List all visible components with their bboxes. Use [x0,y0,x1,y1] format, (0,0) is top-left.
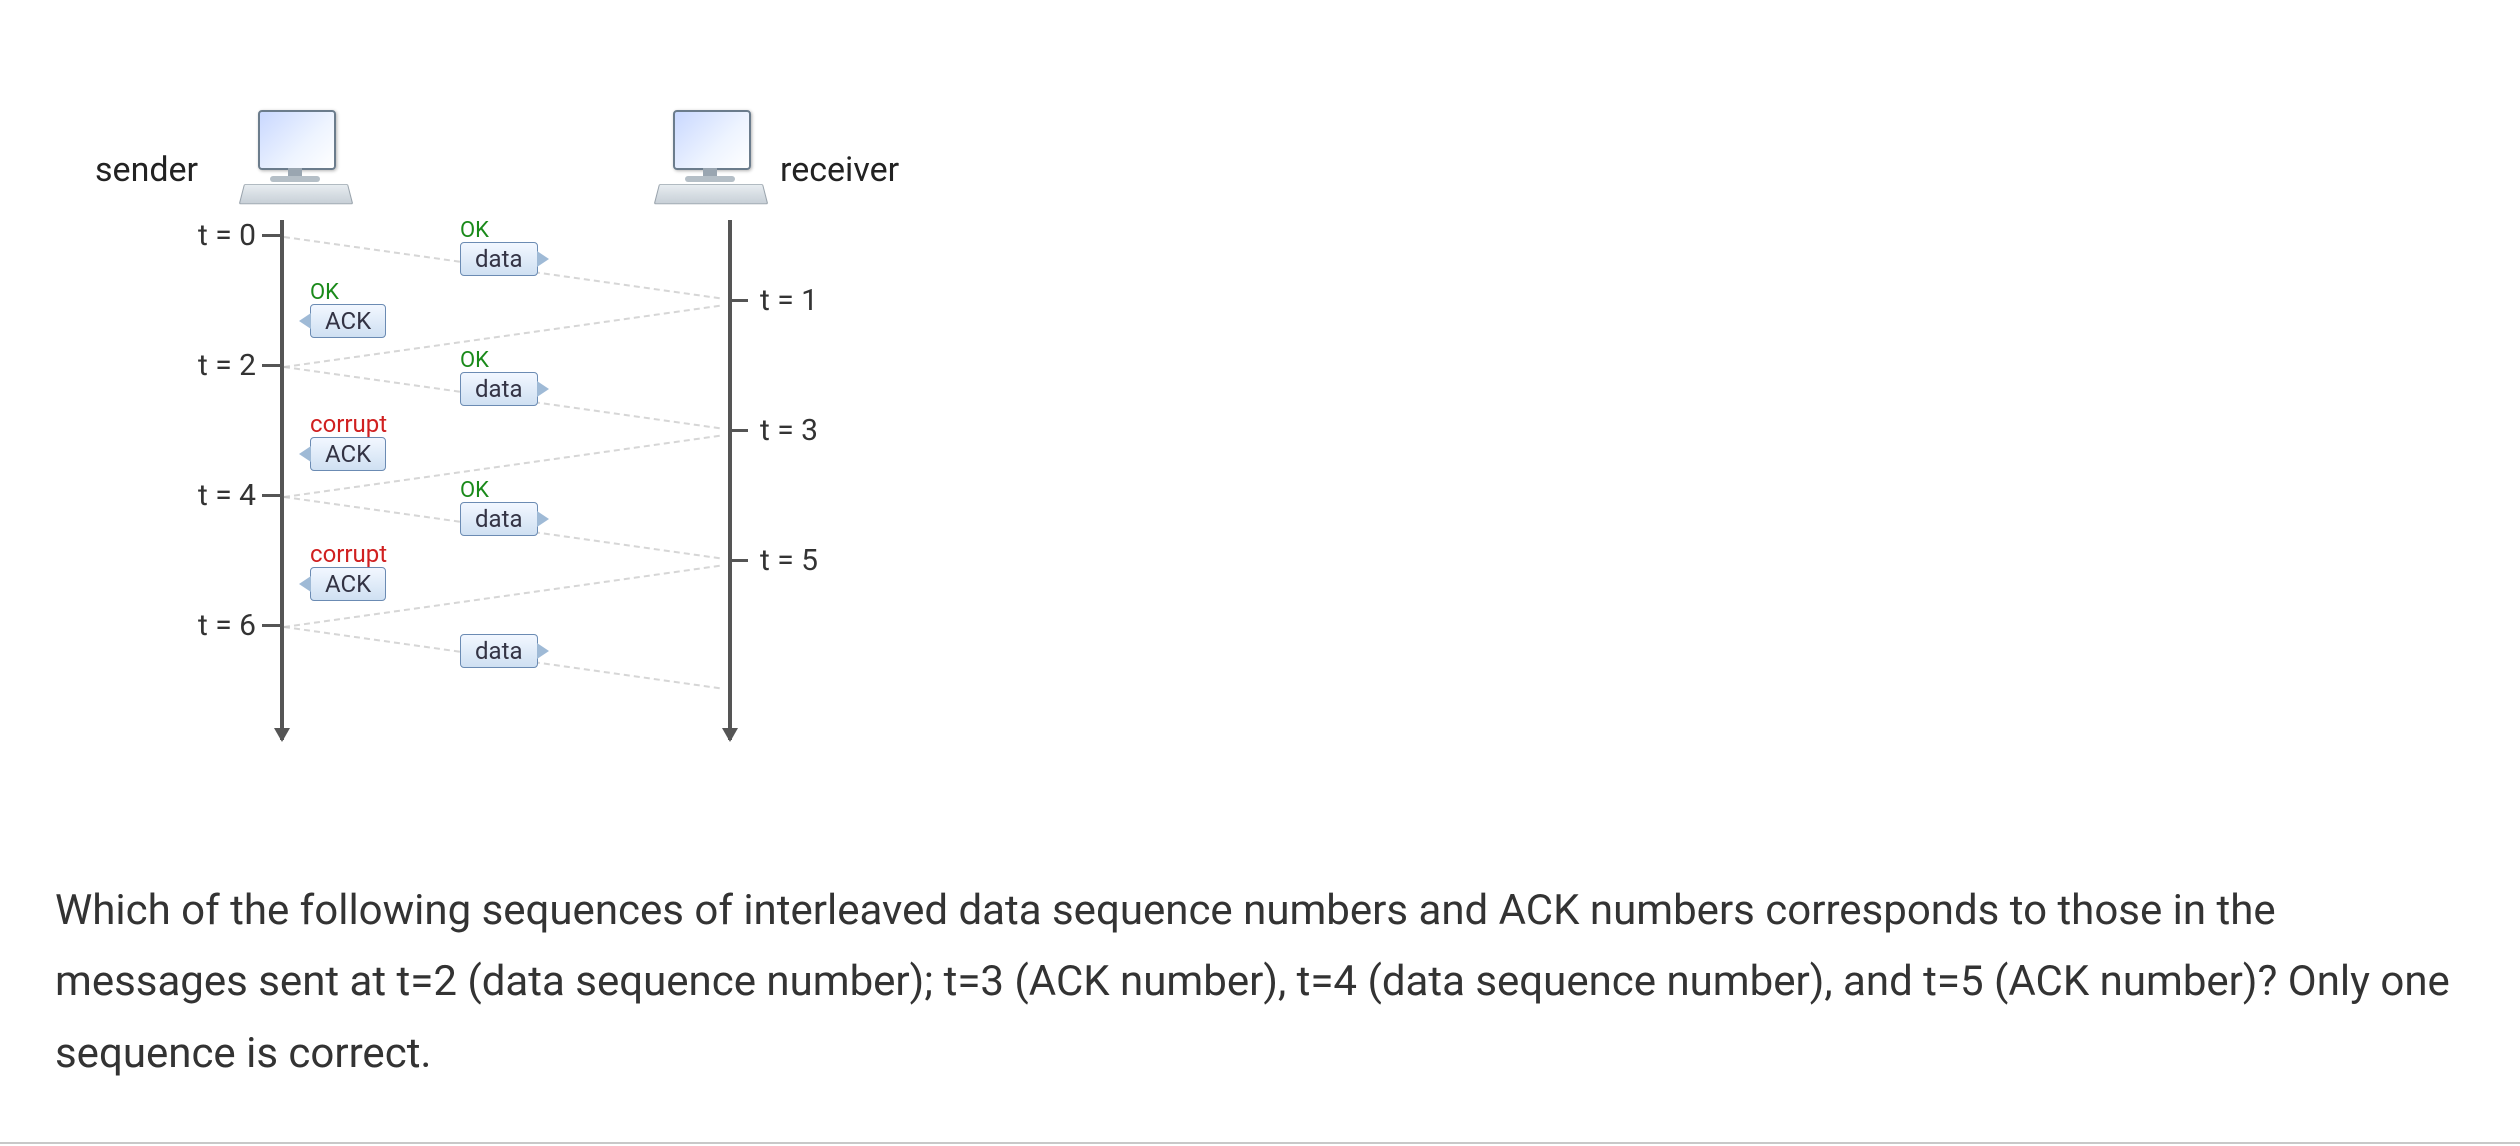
time-label-t4: t = 4 [166,478,256,513]
msg-data-t2: OK data [460,350,538,406]
ack-box: ACK [310,567,386,601]
msg-ack-t3: corrupt ACK [310,412,387,471]
status-corrupt: corrupt [310,410,387,438]
time-label-t1: t = 1 [760,283,818,318]
msg-data-t0: OK data [460,220,538,276]
status-ok: OK [460,218,489,243]
time-label-t3: t = 3 [760,413,818,448]
tick [728,559,748,562]
data-box: data [460,502,538,536]
page: sender receiver t = 0 t = 2 t = 4 t = 6 … [0,0,2520,1146]
tick [728,429,748,432]
ack-box: ACK [310,437,386,471]
receiver-computer-icon [655,110,765,200]
status-ok: OK [310,280,339,305]
tick [262,364,282,367]
data-box: data [460,634,538,668]
receiver-timeline [728,220,732,740]
status-ok: OK [460,478,489,503]
tick [262,234,282,237]
msg-data-t6: data [460,634,538,668]
data-box: data [460,242,538,276]
sender-label: sender [95,150,198,190]
tick [262,494,282,497]
tick [262,624,282,627]
tick [728,299,748,302]
arrow-down-icon [274,728,290,742]
ack-box: ACK [310,304,386,338]
msg-ack-t1: OK ACK [310,282,386,338]
status-ok: OK [460,348,489,373]
time-label-t6: t = 6 [166,608,256,643]
divider [0,1142,2520,1144]
receiver-label: receiver [780,150,899,190]
question-text: Which of the following sequences of inte… [55,875,2465,1089]
time-label-t5: t = 5 [760,543,818,578]
sender-computer-icon [240,110,350,200]
time-label-t0: t = 0 [166,218,256,253]
sender-timeline [280,220,284,740]
data-box: data [460,372,538,406]
arrow-down-icon [722,728,738,742]
protocol-diagram: sender receiver t = 0 t = 2 t = 4 t = 6 … [100,110,880,730]
msg-ack-t5: corrupt ACK [310,542,387,601]
time-label-t2: t = 2 [166,348,256,383]
msg-data-t4: OK data [460,480,538,536]
status-corrupt: corrupt [310,540,387,568]
